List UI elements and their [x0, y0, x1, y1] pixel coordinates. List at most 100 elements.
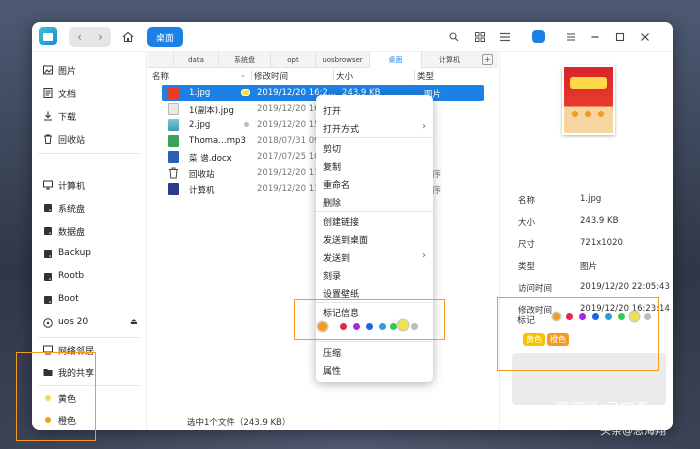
sidebar-item-label: 计算机: [58, 182, 86, 192]
file-name: Thoma…mp3: [189, 136, 246, 146]
sidebar-item-uos20[interactable]: uos 20 ⏏: [32, 312, 147, 334]
sidebar-item-label: 图片: [58, 67, 77, 77]
disk-icon: [44, 250, 52, 258]
tab-uosbrowser[interactable]: uosbrowser: [315, 52, 369, 68]
status-bar-text: 选中1个文件（243.9 KB）: [187, 418, 291, 428]
column-header-size[interactable]: 大小: [336, 68, 353, 83]
tab-bar: data 系统盘 opt uosbrowser 桌面 计算机 +: [148, 52, 498, 68]
highlight-box-detail-tags: [497, 297, 659, 371]
menu-item-create-link[interactable]: 创建链接: [316, 211, 433, 229]
chevron-right-icon: ›: [422, 250, 427, 261]
column-header-modified[interactable]: 修改时间: [254, 68, 288, 83]
sidebar-item-label: Boot: [58, 294, 79, 304]
sidebar-divider: [38, 337, 141, 338]
search-icon[interactable]: [447, 30, 461, 44]
sort-chevron-icon: ⌄: [240, 71, 246, 79]
column-divider: [414, 70, 415, 81]
prop-type: 类型 图片: [518, 262, 598, 272]
disk-icon: [44, 296, 52, 304]
close-icon[interactable]: [638, 30, 652, 44]
menu-item-copy[interactable]: 复制: [316, 156, 433, 174]
sidebar-item-data-disk[interactable]: 数据盘: [32, 220, 147, 242]
file-name: 1(副本).jpg: [189, 106, 234, 116]
sidebar-item-label: 系统盘: [58, 205, 86, 215]
sidebar-item-label: 文档: [58, 90, 77, 100]
computer-icon: [43, 180, 53, 190]
file-manager-logo-icon: [39, 27, 57, 45]
menu-item-open-with[interactable]: 打开方式 ›: [316, 118, 433, 136]
detail-toggle-button[interactable]: [532, 30, 545, 43]
menu-item-cut[interactable]: 剪切: [316, 138, 433, 156]
sidebar-item-label: Backup: [58, 248, 91, 258]
poster-decoration: [572, 111, 578, 117]
poster-thumbnail: [564, 67, 613, 133]
image-preview: [562, 65, 615, 135]
sidebar-item-downloads[interactable]: 下载: [32, 105, 147, 127]
maximize-icon[interactable]: [613, 30, 627, 44]
file-name: 1.jpg: [189, 88, 211, 98]
sidebar-item-system-disk[interactable]: 系统盘: [32, 197, 147, 219]
sidebar-item-rootb[interactable]: Rootb: [32, 266, 147, 288]
computer-icon: [168, 183, 179, 195]
chevron-right-icon: ›: [422, 121, 427, 132]
prop-accessed: 访问时间 2019/12/20 22:05:43: [518, 282, 670, 294]
menu-item-send-to[interactable]: 发送到 ›: [316, 247, 433, 265]
forward-button[interactable]: ›: [90, 27, 111, 47]
image-file-icon: [168, 103, 179, 115]
tab-opt[interactable]: opt: [270, 52, 315, 68]
menu-item-rename[interactable]: 重命名: [316, 174, 433, 192]
sidebar-item-backup[interactable]: Backup: [32, 243, 147, 265]
column-divider: [251, 70, 252, 81]
sidebar-item-boot[interactable]: Boot: [32, 289, 147, 311]
menu-item-burn[interactable]: 刻录: [316, 265, 433, 283]
image-file-icon: [168, 119, 179, 131]
trash-icon: [169, 167, 178, 179]
file-name: 2.jpg: [189, 120, 211, 130]
yellow-tag-mark-icon: [241, 89, 250, 96]
sidebar-item-documents[interactable]: 文档: [32, 82, 147, 104]
watermark-line-2: 头条@思海翔: [600, 424, 666, 437]
prop-dimensions: 尺寸 721x1020: [518, 238, 623, 250]
image-icon: [43, 65, 53, 75]
document-icon: [43, 88, 53, 98]
sidebar-item-label: uos 20: [58, 317, 89, 327]
menu-icon[interactable]: [564, 30, 578, 44]
disk-icon: [44, 227, 52, 235]
gray-tag-mark-icon: [244, 122, 249, 127]
nav-buttons: ‹ ›: [69, 27, 111, 47]
minimize-icon[interactable]: [588, 30, 602, 44]
sidebar-item-trash[interactable]: 回收站: [32, 128, 147, 150]
menu-item-compress[interactable]: 压缩: [316, 342, 433, 360]
sidebar-item-label: 下载: [58, 113, 77, 123]
menu-item-send-to-desktop[interactable]: 发送到桌面: [316, 229, 433, 247]
disk-icon: [44, 273, 52, 281]
prop-size: 大小 243.9 KB: [518, 216, 619, 228]
column-divider: [333, 70, 334, 81]
watermark-line-1: 风雨活·吊家吾: [555, 400, 650, 418]
column-header-name[interactable]: 名称: [152, 68, 169, 83]
home-icon[interactable]: [120, 28, 136, 46]
tab-system-disk[interactable]: 系统盘: [218, 52, 270, 68]
poster-title-shape: [570, 77, 607, 89]
list-view-icon[interactable]: [498, 30, 512, 44]
menu-item-properties[interactable]: 属性: [316, 360, 433, 378]
highlight-box-menu-tags: [294, 299, 445, 340]
sidebar-item-computer[interactable]: 计算机: [32, 174, 147, 196]
eject-icon[interactable]: ⏏: [130, 317, 138, 326]
audio-file-icon: [168, 135, 179, 147]
menu-item-delete[interactable]: 删除: [316, 192, 433, 210]
new-tab-button[interactable]: +: [482, 54, 493, 65]
file-name: 计算机: [189, 186, 215, 196]
tab-desktop[interactable]: 桌面: [369, 52, 421, 68]
sidebar-item-label: Rootb: [58, 271, 85, 281]
back-button[interactable]: ‹: [69, 27, 90, 47]
file-name: 回收站: [189, 170, 215, 180]
icon-view-icon[interactable]: [473, 30, 487, 44]
poster-decoration: [585, 111, 591, 117]
sidebar-item-pictures[interactable]: 图片: [32, 59, 147, 81]
column-header-type[interactable]: 类型: [417, 68, 434, 83]
tab-data[interactable]: data: [173, 52, 218, 68]
tab-computer[interactable]: 计算机: [421, 52, 477, 68]
menu-item-open[interactable]: 打开: [316, 100, 433, 118]
breadcrumb-desktop[interactable]: 桌面: [147, 27, 183, 47]
